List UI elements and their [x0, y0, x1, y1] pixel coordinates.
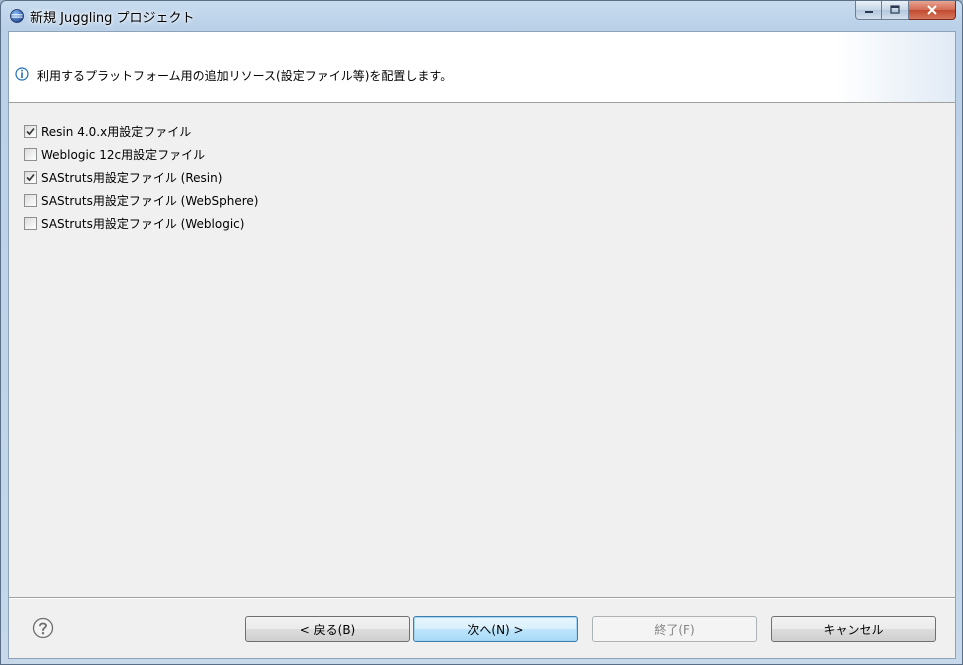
cancel-button[interactable]: キャンセル	[771, 616, 936, 642]
close-icon	[927, 5, 937, 15]
finish-button[interactable]: 終了(F)	[592, 616, 757, 642]
resource-option-resin[interactable]: Resin 4.0.x用設定ファイル	[24, 120, 258, 143]
resource-checklist: Resin 4.0.x用設定ファイル Weblogic 12c用設定ファイル S…	[24, 120, 258, 235]
wizard-window: 新規 Juggling プロジェクト 利用するプラットフォーム用の追加リソース(…	[0, 0, 963, 665]
resource-option-weblogic[interactable]: Weblogic 12c用設定ファイル	[24, 143, 258, 166]
checkmark-icon	[26, 173, 35, 182]
resource-option-sastruts-websphere[interactable]: SAStruts用設定ファイル (WebSphere)	[24, 189, 258, 212]
resource-option-label: Resin 4.0.x用設定ファイル	[41, 125, 192, 139]
next-button[interactable]: 次へ(N) >	[413, 616, 578, 642]
window-title: 新規 Juggling プロジェクト	[30, 11, 195, 26]
checkbox[interactable]	[24, 171, 37, 184]
resource-option-label: Weblogic 12c用設定ファイル	[41, 148, 206, 162]
resource-option-label: SAStruts用設定ファイル (Resin)	[41, 171, 223, 185]
resource-option-label: SAStruts用設定ファイル (WebSphere)	[41, 194, 259, 208]
back-button[interactable]: < 戻る(B)	[245, 616, 410, 642]
help-icon[interactable]	[32, 617, 54, 639]
info-icon	[15, 67, 29, 81]
minimize-button[interactable]	[855, 1, 882, 20]
checkbox[interactable]	[24, 125, 37, 138]
minimize-icon	[864, 11, 873, 13]
resource-option-sastruts-weblogic[interactable]: SAStruts用設定ファイル (Weblogic)	[24, 212, 258, 235]
title-bar[interactable]: 新規 Juggling プロジェクト	[1, 1, 962, 31]
eclipse-globe-icon	[10, 9, 24, 23]
dialog-body: 利用するプラットフォーム用の追加リソース(設定ファイル等)を配置します。 Res…	[8, 31, 956, 659]
resource-option-sastruts-resin[interactable]: SAStruts用設定ファイル (Resin)	[24, 166, 258, 189]
resource-option-label: SAStruts用設定ファイル (Weblogic)	[41, 217, 245, 231]
window-controls	[855, 1, 956, 21]
checkbox[interactable]	[24, 148, 37, 161]
close-button[interactable]	[909, 1, 956, 20]
wizard-banner: 利用するプラットフォーム用の追加リソース(設定ファイル等)を配置します。	[9, 32, 955, 103]
checkmark-icon	[26, 127, 35, 136]
button-bar-separator	[9, 597, 955, 599]
maximize-button[interactable]	[882, 1, 909, 20]
checkbox[interactable]	[24, 194, 37, 207]
banner-message: 利用するプラットフォーム用の追加リソース(設定ファイル等)を配置します。	[37, 69, 453, 83]
maximize-icon	[890, 5, 900, 14]
checkbox[interactable]	[24, 217, 37, 230]
banner-decoration	[835, 32, 955, 102]
